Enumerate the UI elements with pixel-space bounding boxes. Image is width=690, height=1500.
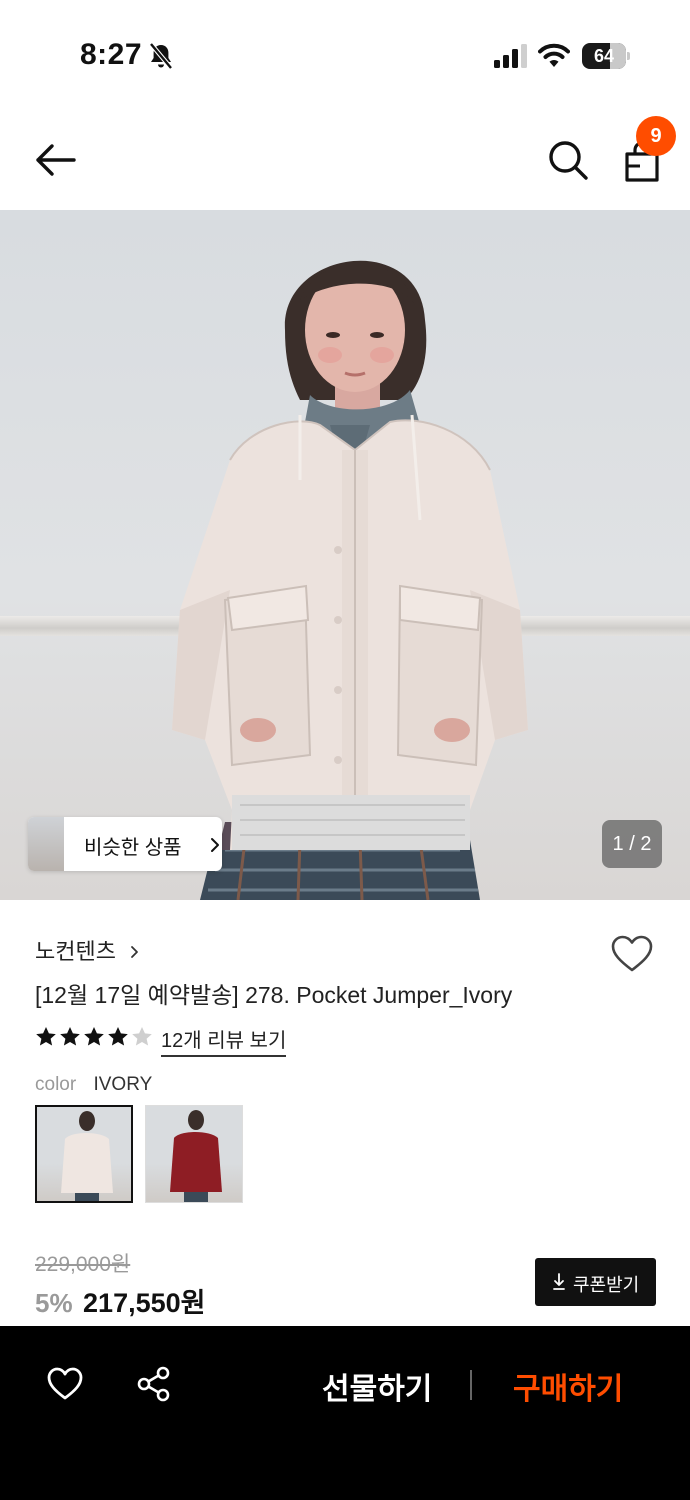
- product-title: [12월 17일 예약발송] 278. Pocket Jumper_Ivory: [35, 982, 513, 1008]
- download-icon: [553, 1273, 565, 1290]
- cellular-signal-icon: [494, 44, 527, 68]
- status-time: 8:27: [80, 38, 143, 71]
- nav-header: [0, 110, 690, 210]
- brand-name: 노컨텐츠: [35, 939, 116, 964]
- chevron-right-icon: [131, 946, 138, 958]
- status-bar: 8:27 64: [0, 0, 690, 110]
- product-photo-model: [172, 260, 528, 900]
- cart-count-badge: 9: [636, 116, 676, 156]
- color-value: IVORY: [93, 1074, 153, 1095]
- buy-button[interactable]: 구매하기: [513, 1364, 623, 1408]
- color-label: color: [35, 1074, 77, 1095]
- product-image[interactable]: 비슷한 상품 1 / 2: [0, 210, 690, 900]
- bottom-action-bar: 선물하기 구매하기: [0, 1326, 690, 1500]
- coupon-label: 쿠폰받기: [573, 1275, 640, 1295]
- reviews-link[interactable]: 12개 리뷰 보기: [161, 1024, 287, 1057]
- chevron-right-icon: [211, 838, 219, 852]
- sale-price: 217,550원: [83, 1288, 206, 1318]
- color-swatch-ivory[interactable]: [35, 1105, 133, 1203]
- image-counter: 1 / 2: [602, 820, 662, 868]
- search-icon[interactable]: [546, 138, 590, 182]
- divider: [470, 1370, 472, 1400]
- heart-icon[interactable]: [46, 1366, 84, 1402]
- color-row: color IVORY: [35, 1074, 152, 1096]
- battery-level: 64: [593, 46, 615, 66]
- back-arrow-icon[interactable]: [30, 138, 78, 182]
- battery-icon: 64: [582, 43, 630, 69]
- color-swatch-red[interactable]: [145, 1105, 243, 1203]
- discount-rate: 5%: [35, 1288, 73, 1318]
- brand-link[interactable]: 노컨텐츠: [35, 934, 140, 966]
- original-price: 229,000원: [35, 1253, 131, 1276]
- gift-button[interactable]: 선물하기: [322, 1364, 432, 1408]
- similar-products-label: 비슷한 상품: [84, 837, 182, 859]
- wifi-icon: [538, 43, 570, 67]
- similar-product-thumbnail: [28, 817, 64, 871]
- get-coupon-button[interactable]: 쿠폰받기: [535, 1258, 656, 1306]
- heart-icon[interactable]: [610, 934, 654, 974]
- share-icon[interactable]: [136, 1366, 172, 1402]
- bell-slash-icon: [149, 42, 173, 70]
- star-rating-icon: [36, 1027, 152, 1046]
- price-row: 5% 217,550원: [35, 1281, 205, 1320]
- similar-products-button[interactable]: 비슷한 상품: [28, 817, 222, 871]
